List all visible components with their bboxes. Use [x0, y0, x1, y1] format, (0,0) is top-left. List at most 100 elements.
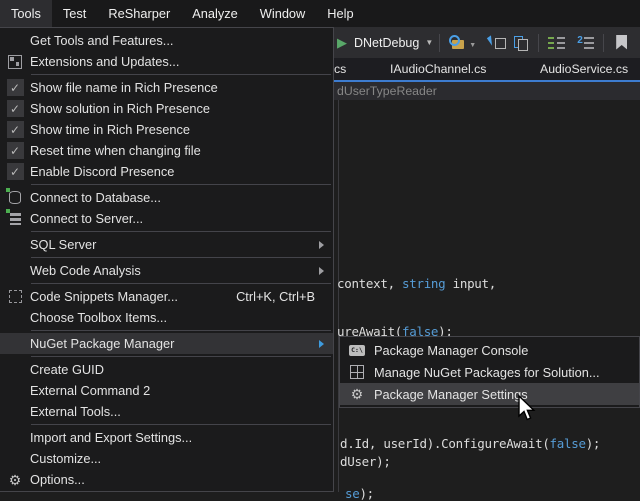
copy-icon[interactable]	[512, 35, 529, 51]
menubar-item-help[interactable]: Help	[316, 0, 364, 27]
extensions-icon	[8, 55, 22, 69]
menu-item-import-and-export-settings[interactable]: Import and Export Settings...	[0, 427, 333, 448]
toolbar-overflow-caret-icon[interactable]: ▼	[469, 42, 476, 49]
menubar-item-window[interactable]: Window	[249, 0, 317, 27]
menu-item-nuget-package-manager[interactable]: NuGet Package Manager	[0, 333, 333, 354]
menu-item-label: Reset time when changing file	[30, 143, 201, 158]
menu-item-label: Connect to Database...	[30, 190, 161, 205]
server-connect-icon	[10, 213, 21, 225]
menu-item-get-tools-and-features[interactable]: Get Tools and Features...	[0, 30, 333, 51]
code-line: d.Id, userId).ConfigureAwait(false);	[340, 436, 600, 451]
menubar-item-tools[interactable]: Tools	[0, 0, 52, 27]
menu-separator	[31, 231, 331, 232]
run-icon[interactable]: ▶	[337, 35, 347, 51]
indent-icon[interactable]	[548, 35, 565, 51]
tools-menu: Get Tools and Features... Extensions and …	[0, 27, 334, 492]
tab-audioservice[interactable]: AudioService.cs	[540, 62, 628, 76]
bookmark-icon[interactable]	[613, 35, 630, 51]
toolbar-separator	[603, 34, 604, 52]
menu-item-create-guid[interactable]: Create GUID	[0, 359, 333, 380]
toolbar-separator	[439, 34, 440, 52]
menu-item-label: Web Code Analysis	[30, 263, 141, 278]
menu-item-manage-nuget-packages-for-solution[interactable]: Manage NuGet Packages for Solution...	[340, 361, 639, 383]
menu-item-connect-to-database[interactable]: Connect to Database...	[0, 187, 333, 208]
menu-item-label: Create GUID	[30, 362, 104, 377]
nav-type-text: dUserTypeReader	[337, 84, 437, 98]
menu-separator	[31, 424, 331, 425]
submenu-arrow-icon	[319, 241, 324, 249]
menu-item-connect-to-server[interactable]: Connect to Server...	[0, 208, 333, 229]
run-target-selector[interactable]: DNetDebug	[354, 36, 419, 50]
checkmark-icon: ✓	[7, 79, 24, 96]
menu-item-extensions-and-updates[interactable]: Extensions and Updates...	[0, 51, 333, 72]
menu-separator	[31, 257, 331, 258]
gear-icon: ⚙	[351, 387, 364, 401]
menu-item-label: Package Manager Settings	[374, 387, 528, 402]
nuget-package-icon	[350, 365, 364, 379]
menu-separator	[31, 184, 331, 185]
menu-item-label: Extensions and Updates...	[30, 54, 179, 69]
menu-item-enable-discord-presence[interactable]: ✓ Enable Discord Presence	[0, 161, 333, 182]
menu-separator	[31, 74, 331, 75]
menu-item-label: Show file name in Rich Presence	[30, 80, 218, 95]
menu-item-options[interactable]: ⚙ Options...	[0, 469, 333, 490]
menu-separator	[31, 283, 331, 284]
menu-item-label: Enable Discord Presence	[30, 164, 174, 179]
checkmark-icon: ✓	[7, 142, 24, 159]
menu-item-label: Connect to Server...	[30, 211, 143, 226]
menu-item-label: Show time in Rich Presence	[30, 122, 190, 137]
database-connect-icon	[9, 191, 21, 204]
code-line: context, string input,	[337, 276, 496, 291]
menu-item-external-command-2[interactable]: External Command 2	[0, 380, 333, 401]
menu-item-reset-time-when-changing-file[interactable]: ✓ Reset time when changing file	[0, 140, 333, 161]
toolbar-separator	[538, 34, 539, 52]
menu-item-external-tools[interactable]: External Tools...	[0, 401, 333, 422]
checkmark-icon: ✓	[7, 121, 24, 138]
nuget-package-manager-submenu: C:\ Package Manager Console Manage NuGet P…	[339, 336, 640, 408]
submenu-arrow-icon	[319, 267, 324, 275]
menubar: ToolsTestReSharperAnalyzeWindowHelp	[0, 0, 640, 27]
menu-item-package-manager-settings[interactable]: ⚙ Package Manager Settings	[340, 383, 639, 405]
find-in-files-icon[interactable]	[449, 35, 466, 51]
snippets-icon	[9, 290, 22, 303]
checkmark-icon: ✓	[7, 163, 24, 180]
run-dropdown-caret-icon[interactable]: ▼	[425, 38, 433, 47]
menubar-item-test[interactable]: Test	[52, 0, 97, 27]
menu-item-label: External Tools...	[30, 404, 121, 419]
menu-item-sql-server[interactable]: SQL Server	[0, 234, 333, 255]
menu-item-show-solution-in-rich-presence[interactable]: ✓Show solution in Rich Presence	[0, 98, 333, 119]
menu-item-label: Code Snippets Manager...	[30, 289, 178, 304]
menu-item-code-snippets-manager[interactable]: Code Snippets Manager... Ctrl+K, Ctrl+B	[0, 286, 333, 307]
menu-separator	[31, 330, 331, 331]
menu-item-web-code-analysis[interactable]: Web Code Analysis	[0, 260, 333, 281]
menu-item-customize[interactable]: Customize...	[0, 448, 333, 469]
menu-item-package-manager-console[interactable]: C:\ Package Manager Console	[340, 339, 639, 361]
menu-item-label: Choose Toolbox Items...	[30, 310, 167, 325]
menu-item-label: Package Manager Console	[374, 343, 528, 358]
menu-item-label: External Command 2	[30, 383, 150, 398]
gear-icon: ⚙	[9, 473, 22, 487]
menu-item-label: SQL Server	[30, 237, 96, 252]
menu-item-shortcut: Ctrl+K, Ctrl+B	[236, 289, 323, 304]
submenu-arrow-icon	[319, 340, 324, 348]
menu-separator	[31, 356, 331, 357]
navigate-to-icon[interactable]	[489, 35, 506, 51]
menu-item-label: Import and Export Settings...	[30, 430, 192, 445]
menu-item-label: Customize...	[30, 451, 101, 466]
format-document-icon[interactable]	[577, 35, 594, 51]
menu-item-label: Get Tools and Features...	[30, 33, 173, 48]
menu-item-show-time-in-rich-presence[interactable]: ✓ Show time in Rich Presence	[0, 119, 333, 140]
code-line: dUser);	[340, 454, 391, 469]
menu-item-label: Options...	[30, 472, 85, 487]
menubar-item-resharper[interactable]: ReSharper	[97, 0, 181, 27]
console-icon: C:\	[349, 345, 365, 356]
tab-overflow-partial[interactable]: cs	[334, 62, 346, 76]
checkmark-icon: ✓	[7, 100, 24, 117]
menu-item-choose-toolbox-items[interactable]: Choose Toolbox Items...	[0, 307, 333, 328]
menu-item-label: NuGet Package Manager	[30, 336, 174, 351]
menu-item-show-file-name-in-rich-presence[interactable]: ✓ Show file name in Rich Presence	[0, 77, 333, 98]
code-line: se);	[345, 486, 374, 501]
menubar-item-analyze[interactable]: Analyze	[181, 0, 249, 27]
tab-iaudiochannel[interactable]: IAudioChannel.cs	[390, 62, 486, 76]
indent-guide	[338, 100, 339, 492]
